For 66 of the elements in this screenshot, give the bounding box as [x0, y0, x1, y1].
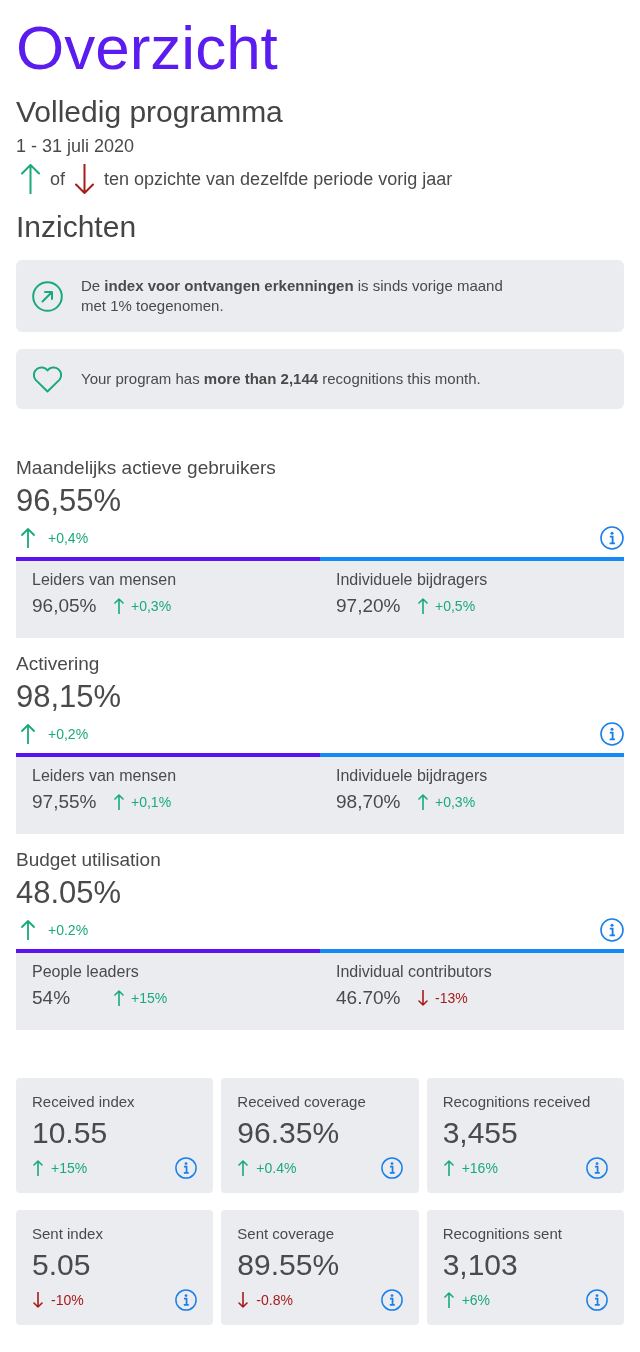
info-icon[interactable]: [586, 1289, 608, 1311]
legend-description: ten opzichte van dezelfde periode vorig jaar: [104, 168, 453, 191]
info-icon[interactable]: [175, 1289, 198, 1311]
metric-title: Budget utilisation: [16, 848, 162, 872]
stat-value: 3,103: [442, 1247, 519, 1283]
segment-value: 54%: [32, 986, 72, 1010]
info-icon[interactable]: [586, 1157, 608, 1179]
segment-change: +0,5%: [435, 597, 476, 615]
arrow-down-icon: [75, 164, 94, 194]
segment-label: Individuele bijdragers: [336, 570, 489, 590]
segment-change: +0,3%: [435, 793, 476, 811]
stat-change: +6%: [461, 1291, 491, 1309]
page-title: Overzicht: [16, 12, 279, 84]
stat-label: Sent coverage: [237, 1224, 336, 1244]
segment-label: Leiders van mensen: [32, 766, 178, 786]
segment-value: 96,05%: [32, 594, 98, 618]
stat-change: -0.8%: [256, 1291, 293, 1309]
insight-text: Your program has more than 2,144 recognitions this month.: [81, 369, 481, 389]
metric-value: 96,55%: [16, 483, 123, 519]
segment-label: Individual contributors: [336, 962, 493, 982]
section-heading: Inzichten: [16, 209, 138, 245]
metric-change: +0,2%: [48, 725, 89, 743]
segment-change: -13%: [435, 989, 468, 1007]
program-title: Volledig programma: [16, 94, 284, 130]
metric-change: +0,4%: [48, 529, 89, 547]
date-range: 1 - 31 juli 2020: [16, 135, 136, 158]
stat-label: Recognitions received: [442, 1092, 592, 1112]
stat-value: 10.55: [32, 1115, 109, 1151]
stat-change: +15%: [51, 1159, 88, 1177]
stat-change: +16%: [461, 1159, 498, 1177]
arrow-up-icon: [21, 164, 40, 194]
legend-connector: of: [50, 168, 65, 191]
segment-change: +0,3%: [131, 597, 172, 615]
info-icon[interactable]: [600, 526, 624, 550]
metric-title: Activering: [16, 652, 101, 676]
segment-label: Leiders van mensen: [32, 570, 178, 590]
stat-value: 3,455: [442, 1115, 519, 1151]
insight-text: De index voor ontvangen erkenningen is sinds vorige maand met 1% toegenomen.: [81, 276, 504, 316]
segment-value: 97,20%: [336, 594, 402, 618]
metric-change: +0.2%: [48, 921, 89, 939]
info-icon[interactable]: [380, 1289, 403, 1311]
metric-value: 48.05%: [16, 875, 123, 911]
stat-value: 5.05: [32, 1247, 92, 1283]
segment-change: +15%: [131, 989, 168, 1007]
stat-label: Recognitions sent: [442, 1224, 563, 1244]
segment-value: 46.70%: [336, 986, 402, 1010]
stat-label: Received index: [32, 1092, 136, 1112]
stat-label: Sent index: [32, 1224, 104, 1244]
info-icon[interactable]: [600, 722, 624, 746]
metric-value: 98,15%: [16, 679, 123, 715]
stat-change: -10%: [51, 1291, 84, 1309]
stat-change: +0.4%: [256, 1159, 297, 1177]
stat-value: 89.55%: [237, 1247, 341, 1283]
segment-value: 97,55%: [32, 790, 98, 814]
segment-label: Individuele bijdragers: [336, 766, 489, 786]
heart-icon: [32, 365, 63, 393]
arrow-circle-icon: [32, 280, 63, 312]
segment-change: +0,1%: [131, 793, 172, 811]
stat-value: 96.35%: [237, 1115, 341, 1151]
stat-label: Received coverage: [237, 1092, 367, 1112]
segment-value: 98,70%: [336, 790, 402, 814]
segment-label: People leaders: [32, 962, 140, 982]
info-icon[interactable]: [175, 1157, 198, 1179]
info-icon[interactable]: [600, 918, 624, 942]
metric-title: Maandelijks actieve gebruikers: [16, 456, 277, 480]
info-icon[interactable]: [380, 1157, 403, 1179]
